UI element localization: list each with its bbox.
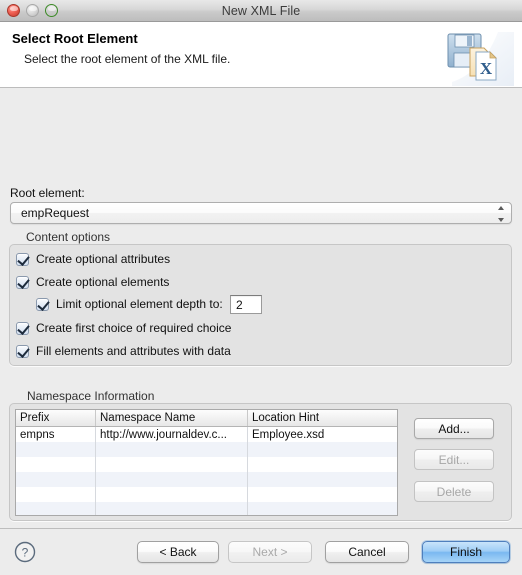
window-controls [7,4,58,17]
delete-namespace-button[interactable]: Delete [414,481,494,502]
depth-input[interactable]: 2 [230,295,262,314]
back-button[interactable]: < Back [137,541,219,563]
svg-text:?: ? [22,546,29,560]
help-button[interactable]: ? [14,541,36,563]
column-header-location-hint[interactable]: Location Hint [248,410,397,426]
finish-button[interactable]: Finish [422,541,510,563]
xml-file-save-icon: X [440,26,514,86]
table-row[interactable] [16,457,397,472]
checkbox-icon[interactable] [16,252,29,266]
next-button-label: Next > [252,545,288,559]
checkbox-icon[interactable] [16,321,29,335]
dialog-body: Root element: empRequest Content options… [0,88,522,527]
checkbox-create-optional-elements[interactable]: Create optional elements [16,275,169,289]
edit-button-label: Edit... [438,452,470,467]
cancel-button-label: Cancel [348,545,386,559]
minimize-button[interactable] [26,4,39,17]
zoom-button[interactable] [45,4,58,17]
new-xml-file-dialog: New XML File Select Root Element Select … [0,0,522,575]
checkbox-icon[interactable] [16,275,29,289]
add-button-label: Add... [438,421,470,436]
cancel-button[interactable]: Cancel [325,541,409,563]
checkbox-create-optional-attributes[interactable]: Create optional attributes [16,252,170,266]
edit-namespace-button[interactable]: Edit... [414,449,494,470]
chevron-updown-icon [496,206,505,222]
checkbox-label: Create first choice of required choice [36,321,232,335]
namespace-table[interactable]: Prefix Namespace Name Location Hint empn… [15,409,398,516]
cell-prefix: empns [16,427,96,442]
table-header-row: Prefix Namespace Name Location Hint [16,410,397,427]
column-header-namespace-name[interactable]: Namespace Name [96,410,248,426]
table-row[interactable] [16,442,397,457]
table-row[interactable] [16,472,397,487]
checkbox-limit-optional-element-depth[interactable]: Limit optional element depth to: [36,297,223,311]
dialog-header: Select Root Element Select the root elem… [0,22,522,88]
page-title: Select Root Element [12,31,138,46]
table-row[interactable] [16,502,397,515]
dialog-footer: ? < Back Next > Cancel Finish [0,528,522,575]
checkbox-fill-elements-with-data[interactable]: Fill elements and attributes with data [16,344,231,358]
root-element-select[interactable]: empRequest [10,202,512,224]
checkbox-icon[interactable] [16,344,29,358]
checkbox-create-first-choice[interactable]: Create first choice of required choice [16,321,231,335]
table-row[interactable] [16,487,397,502]
cell-namespace-name: http://www.journaldev.c... [96,427,248,442]
checkbox-label: Fill elements and attributes with data [36,344,231,358]
cell-location-hint: Employee.xsd [252,428,325,441]
checkbox-label: Create optional attributes [36,252,171,266]
window-title: New XML File [221,3,301,18]
root-element-label: Root element: [10,186,85,200]
next-button[interactable]: Next > [228,541,312,563]
namespace-information-label: Namespace Information [27,389,155,403]
root-element-value: empRequest [21,206,90,220]
svg-text:X: X [480,59,493,78]
depth-value: 2 [236,297,243,312]
title-bar: New XML File [0,0,522,22]
page-subtitle: Select the root element of the XML file. [24,52,231,66]
finish-button-label: Finish [449,545,482,559]
checkbox-icon[interactable] [36,297,49,311]
content-options-label: Content options [26,230,111,244]
table-row[interactable]: empns http://www.journaldev.c... Employe… [16,427,397,442]
back-button-label: < Back [159,545,197,559]
checkbox-label: Limit optional element depth to: [56,297,223,311]
delete-button-label: Delete [436,484,472,499]
column-header-prefix[interactable]: Prefix [16,410,96,426]
add-namespace-button[interactable]: Add... [414,418,494,439]
close-button[interactable] [7,4,20,17]
checkbox-label: Create optional elements [36,275,170,289]
